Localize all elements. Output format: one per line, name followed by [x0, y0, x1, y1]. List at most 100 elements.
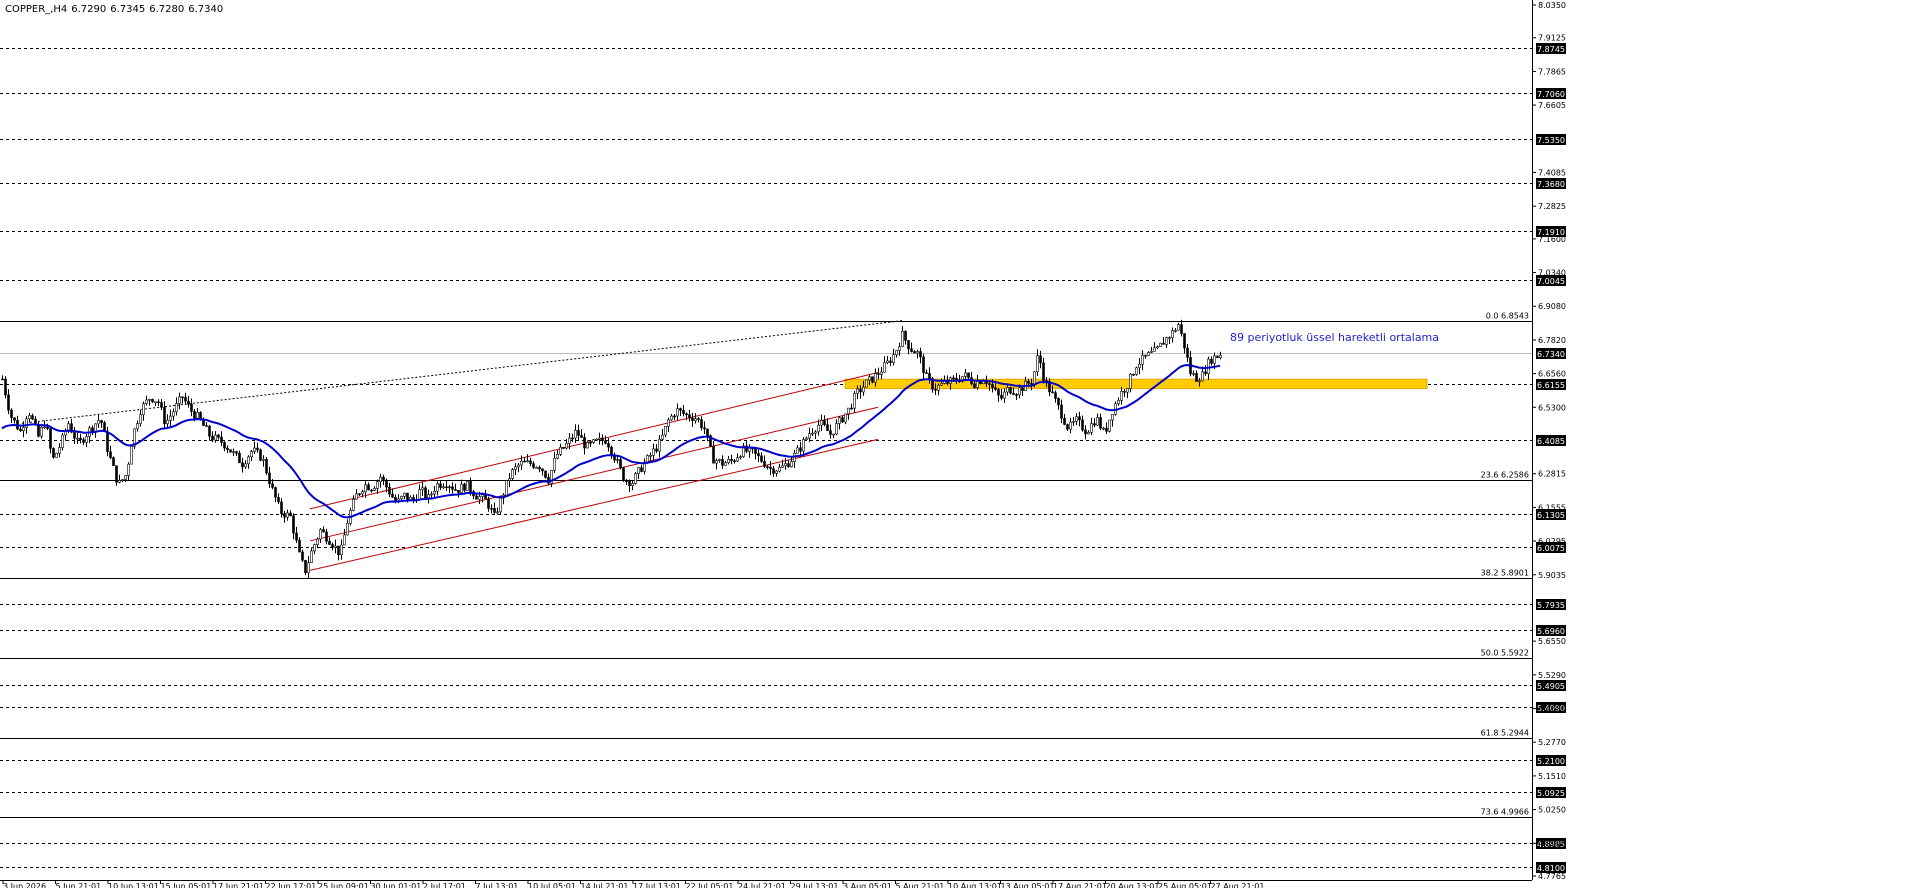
- candle-body: [778, 467, 781, 472]
- candle-body: [1168, 337, 1171, 339]
- time-tick-label: 17 Aug 21:01: [1053, 882, 1107, 888]
- candle-body: [190, 403, 193, 412]
- candle-body: [97, 420, 100, 425]
- candle-body: [862, 386, 865, 393]
- candle-body: [1021, 387, 1024, 391]
- price-tick-label: 5.0250: [1538, 806, 1566, 815]
- candle-body: [766, 466, 769, 468]
- candle-body: [658, 439, 661, 452]
- current-price-label: 6.7340: [1537, 350, 1565, 359]
- candle-body: [538, 467, 541, 470]
- candle-body: [598, 437, 601, 440]
- candle-body: [178, 396, 181, 404]
- candle-body: [790, 461, 793, 468]
- candle-body: [619, 459, 622, 468]
- candle-body: [1174, 329, 1177, 332]
- candle-body: [385, 479, 388, 488]
- candle-body: [676, 408, 679, 417]
- candle-body: [361, 491, 364, 495]
- candle-body: [1060, 404, 1063, 419]
- fibonacci-label: 23.6 6.2586: [1481, 471, 1529, 480]
- candle-body: [187, 400, 190, 405]
- candle-body: [1111, 413, 1114, 421]
- candle-body: [853, 393, 856, 409]
- time-axis[interactable]: 3 Jun 2026 5 Jun 21:01 10 Jun 13:01 15 Jun …: [0, 880, 1532, 888]
- time-tick-label: 25 Aug 05:01: [1158, 882, 1212, 888]
- candle-body: [73, 431, 76, 439]
- candle-body: [691, 417, 694, 421]
- candle-body: [367, 484, 370, 491]
- candle-body: [1219, 354, 1222, 358]
- price-axis[interactable]: 7.87457.70607.53507.36807.19107.00456.61…: [1532, 0, 1566, 881]
- candle-body: [448, 486, 451, 489]
- candle-body: [682, 410, 685, 414]
- candle-body: [565, 443, 568, 449]
- candle-body: [706, 428, 709, 436]
- candle-body: [58, 447, 61, 454]
- candle-body: [283, 513, 286, 518]
- candle-body: [562, 446, 565, 449]
- candle-body: [1213, 355, 1216, 364]
- candle-body: [436, 483, 439, 492]
- price-tick-label: 5.6550: [1538, 637, 1566, 646]
- candle-body: [172, 411, 175, 417]
- candle-body: [901, 331, 904, 348]
- chart-header: COPPER_,H4 6.7290 6.7345 6.7280 6.7340: [5, 4, 227, 15]
- price-tick-label: 7.7865: [1538, 67, 1566, 76]
- level-label: 6.4085: [1537, 437, 1565, 446]
- candle-body: [22, 427, 25, 432]
- candle-body: [1129, 373, 1132, 389]
- candle-body: [4, 378, 7, 396]
- candle-body: [697, 418, 700, 420]
- candle-body: [316, 538, 319, 545]
- candle-body: [1042, 362, 1045, 381]
- candle-body: [835, 423, 838, 435]
- candle-body: [478, 496, 481, 500]
- candle-body: [55, 452, 58, 458]
- candle-body: [154, 401, 157, 404]
- candle-body: [859, 388, 862, 393]
- candle-body: [727, 459, 730, 464]
- candle-body: [412, 497, 415, 500]
- time-tick-label: 10 Jul 05:01: [528, 882, 576, 888]
- candle-body: [877, 373, 880, 375]
- candle-body: [703, 427, 706, 430]
- candle-body: [460, 483, 463, 493]
- candle-body: [1096, 417, 1099, 426]
- candle-body: [244, 463, 247, 468]
- candle-body: [7, 394, 10, 411]
- candle-body: [757, 453, 760, 457]
- candle-body: [823, 420, 826, 426]
- candle-body: [829, 430, 832, 435]
- level-label: 5.0925: [1537, 789, 1565, 798]
- price-chart[interactable]: 0.0 6.8543 23.6 6.2586 38.2 5.8901 50.0 5.5…: [0, 0, 1916, 888]
- candle-body: [1051, 391, 1054, 394]
- candle-body: [1054, 392, 1057, 399]
- candle-body: [31, 415, 34, 420]
- candle-body: [541, 468, 544, 472]
- candle-body: [391, 493, 394, 498]
- candle-body: [601, 437, 604, 442]
- candle-body: [355, 493, 358, 500]
- time-tick-label: 7 Jul 13:01: [476, 882, 519, 888]
- candle-body: [580, 435, 583, 438]
- high-value: 6.7345: [110, 4, 146, 15]
- candle-body: [817, 424, 820, 433]
- candle-body: [919, 351, 922, 358]
- time-tick-label: 22 Jun 17:01: [266, 882, 317, 888]
- price-tick-label: 5.2770: [1538, 738, 1566, 747]
- candle-body: [61, 434, 64, 448]
- candle-body: [409, 497, 412, 500]
- candle-body: [925, 372, 928, 374]
- price-tick-label: 5.4030: [1538, 705, 1566, 714]
- candle-body: [1147, 352, 1150, 356]
- candle-body: [916, 351, 919, 354]
- ema-annotation: 89 periyotluk üssel hareketli ortalama: [1230, 331, 1439, 344]
- candle-body: [166, 419, 169, 425]
- candle-body: [382, 476, 385, 481]
- candle-body: [808, 433, 811, 439]
- candle-body: [106, 431, 109, 452]
- chart-window[interactable]: 0.0 6.8543 23.6 6.2586 38.2 5.8901 50.0 5.5…: [0, 0, 1916, 888]
- time-tick-label: 17 Jun 21:01: [213, 882, 264, 888]
- candle-body: [10, 409, 13, 419]
